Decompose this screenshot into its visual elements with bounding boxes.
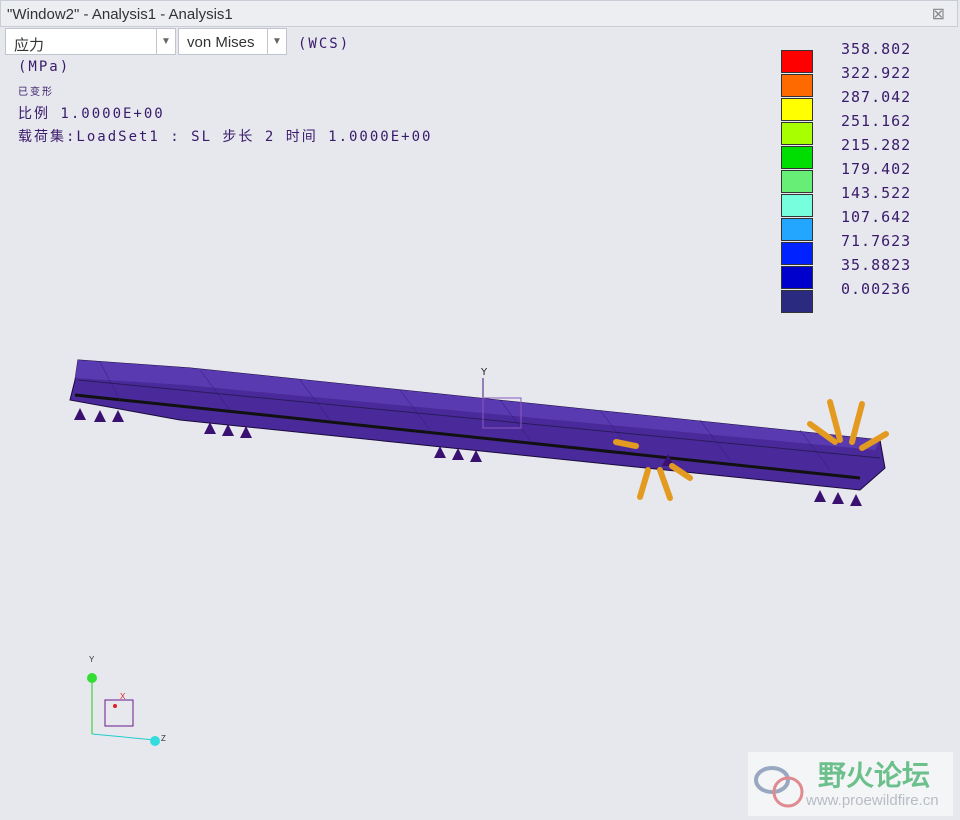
watermark-name: 野火论坛 — [818, 760, 931, 791]
triad-z-label: Z — [161, 734, 166, 743]
orientation-triad — [87, 673, 160, 746]
watermark: 野火论坛 www.proewildfire.cn — [748, 752, 953, 816]
beam-model: Y — [69, 359, 889, 506]
triad-y-label: Y — [89, 655, 95, 664]
svg-text:Y: Y — [480, 367, 488, 378]
model-viewport[interactable]: Y — [0, 0, 960, 820]
butterfly-logo-icon — [754, 766, 804, 808]
triad-x-label: X — [120, 692, 126, 701]
watermark-url: www.proewildfire.cn — [806, 792, 939, 809]
